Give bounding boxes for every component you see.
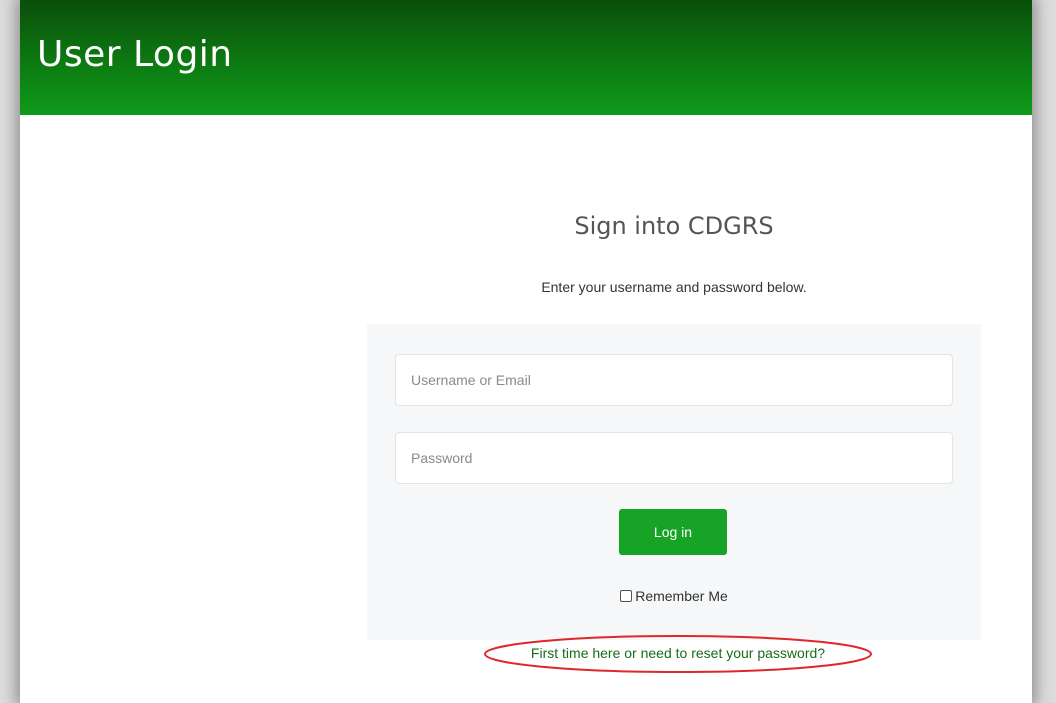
page-title: User Login [37,34,233,75]
login-content: Sign into CDGRS Enter your username and … [20,115,1032,703]
login-button[interactable]: Log in [619,509,727,555]
sign-in-heading: Sign into CDGRS [574,212,774,240]
password-input[interactable] [395,432,953,484]
window-frame: User Login Sign into CDGRS Enter your us… [20,0,1032,703]
remember-me-label[interactable]: Remember Me [635,588,728,604]
remember-me-checkbox[interactable] [620,590,633,602]
login-form-panel: Log in Remember Me [367,324,981,640]
page-header: User Login [20,0,1032,115]
remember-me-row: Remember Me [367,588,981,604]
sign-in-instructions: Enter your username and password below. [541,279,807,295]
reset-password-annotation: First time here or need to reset your pa… [482,633,874,675]
reset-password-link[interactable]: First time here or need to reset your pa… [482,645,874,661]
username-input[interactable] [395,354,953,406]
